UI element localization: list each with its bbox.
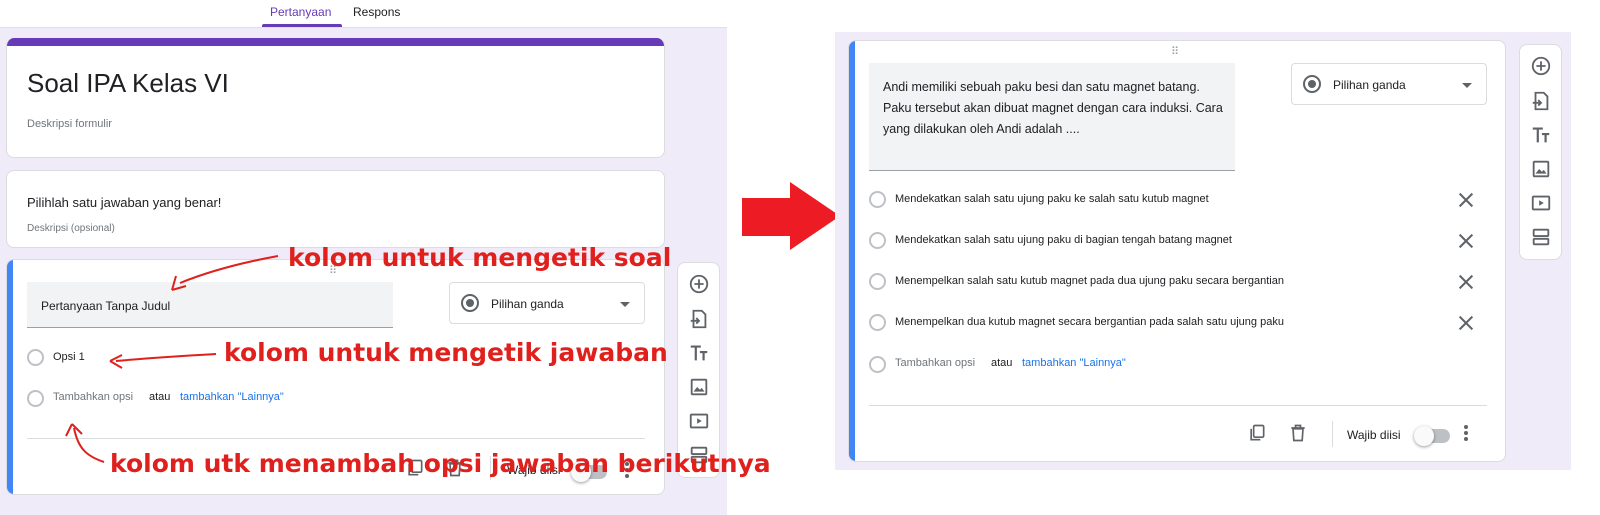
required-label: Wajib diisi [1347, 428, 1401, 442]
option-3-field[interactable]: Menempelkan salah satu kutub magnet pada… [895, 275, 1284, 287]
tab-responses[interactable]: Respons [353, 5, 400, 19]
footer-divider [869, 405, 1487, 406]
add-other-link[interactable]: tambahkan "Lainnya" [1022, 357, 1126, 369]
question-type-label: Pilihan ganda [491, 297, 564, 311]
remove-option-2-icon[interactable] [1459, 234, 1473, 248]
option-1-field[interactable]: Opsi 1 [53, 351, 85, 363]
question-card-right[interactable]: ⠿ Andi memiliki sebuah paku besi dan sat… [848, 40, 1506, 462]
option-radio-icon [869, 273, 886, 290]
radio-button-icon [1303, 75, 1321, 93]
big-red-arrow-icon [742, 182, 840, 250]
option-4-field[interactable]: Menempelkan dua kutub magnet secara berg… [895, 316, 1284, 328]
add-title-icon[interactable] [688, 342, 710, 364]
screenshot-root: Pertanyaan Respons Soal IPA Kelas VI Des… [0, 0, 1600, 515]
option-radio-icon [27, 349, 44, 366]
question-title-text: Pertanyaan Tanpa Judul [41, 299, 171, 313]
section-title[interactable]: Pilihlah satu jawaban yang benar! [27, 195, 221, 210]
form-title-card[interactable]: Soal IPA Kelas VI Deskripsi formulir [6, 38, 665, 158]
remove-option-4-icon[interactable] [1459, 316, 1473, 330]
option-radio-icon [869, 191, 886, 208]
more-options-icon[interactable] [1464, 425, 1468, 441]
required-toggle[interactable] [1414, 426, 1450, 446]
annotation-question-field: kolom untuk mengetik soal [288, 243, 672, 272]
duplicate-icon[interactable] [1247, 423, 1267, 443]
question-title-field[interactable]: Andi memiliki sebuah paku besi dan satu … [869, 63, 1235, 171]
option-radio-icon [869, 314, 886, 331]
add-option-radio-icon [869, 356, 886, 373]
active-card-indicator [7, 260, 13, 494]
add-video-icon[interactable] [1530, 192, 1552, 214]
theme-color-bar [7, 38, 664, 46]
add-option-field[interactable]: Tambahkan opsi [53, 391, 133, 403]
form-title[interactable]: Soal IPA Kelas VI [27, 68, 229, 99]
add-image-icon[interactable] [1530, 158, 1552, 180]
question-title-field[interactable]: Pertanyaan Tanpa Judul [27, 282, 393, 328]
add-question-icon[interactable] [1530, 55, 1552, 77]
question-type-label: Pilihan ganda [1333, 78, 1406, 92]
tab-questions[interactable]: Pertanyaan [270, 5, 331, 19]
tab-bar: Pertanyaan Respons [0, 0, 727, 28]
add-image-icon[interactable] [688, 376, 710, 398]
annotation-answer-field: kolom untuk mengetik jawaban [224, 338, 668, 367]
floating-toolbar-right [1519, 44, 1562, 260]
remove-option-1-icon[interactable] [1459, 193, 1473, 207]
active-tab-indicator [262, 24, 342, 27]
option-radio-icon [869, 232, 886, 249]
or-text: atau [149, 391, 171, 403]
add-option-radio-icon [27, 390, 44, 407]
add-option-field[interactable]: Tambahkan opsi [895, 357, 975, 369]
annotation-add-option-field: kolom utk menambah opsi jawaban berikutn… [110, 449, 771, 478]
radio-button-icon [461, 294, 479, 312]
form-description-field[interactable]: Deskripsi formulir [27, 118, 112, 130]
floating-toolbar-left [677, 262, 720, 478]
question-type-dropdown[interactable]: Pilihan ganda [449, 282, 645, 324]
add-video-icon[interactable] [688, 410, 710, 432]
add-other-link[interactable]: tambahkan "Lainnya" [180, 391, 284, 403]
delete-icon[interactable] [1288, 423, 1308, 443]
add-section-icon[interactable] [1530, 226, 1552, 248]
question-type-dropdown[interactable]: Pilihan ganda [1291, 63, 1487, 105]
chevron-down-icon [620, 302, 630, 307]
import-question-icon[interactable] [1530, 90, 1552, 112]
add-title-icon[interactable] [1530, 124, 1552, 146]
chevron-down-icon [1462, 83, 1472, 88]
active-card-indicator [849, 41, 855, 461]
option-1-field[interactable]: Mendekatkan salah satu ujung paku ke sal… [895, 193, 1209, 205]
or-text: atau [991, 357, 1013, 369]
footer-separator [1332, 421, 1333, 447]
section-header-card[interactable]: Pilihlah satu jawaban yang benar! Deskri… [6, 170, 665, 248]
question-title-text: Andi memiliki sebuah paku besi dan satu … [883, 80, 1223, 136]
footer-divider [27, 438, 645, 439]
add-question-icon[interactable] [688, 273, 710, 295]
option-2-field[interactable]: Mendekatkan salah satu ujung paku di bag… [895, 234, 1232, 246]
remove-option-3-icon[interactable] [1459, 275, 1473, 289]
drag-handle-icon[interactable]: ⠿ [1171, 45, 1180, 58]
section-description-field[interactable]: Deskripsi (opsional) [27, 223, 115, 234]
import-question-icon[interactable] [688, 308, 710, 330]
